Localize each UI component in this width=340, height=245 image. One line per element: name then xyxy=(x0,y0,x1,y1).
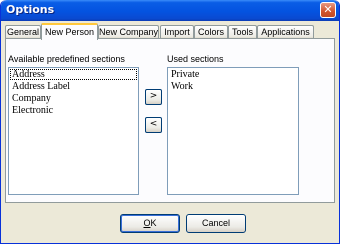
add-section-button[interactable]: > xyxy=(145,89,162,105)
available-sections-list[interactable]: Address Address Label Company Electronic xyxy=(8,67,139,195)
close-icon: ✕ xyxy=(323,3,333,16)
tab-new-company[interactable]: New Company xyxy=(98,25,159,39)
list-item[interactable]: Work xyxy=(169,81,297,92)
list-item[interactable]: Address xyxy=(10,69,137,80)
used-sections-label: Used sections xyxy=(167,54,224,64)
list-item[interactable]: Company xyxy=(10,93,137,104)
tab-general[interactable]: General xyxy=(5,25,41,39)
close-button[interactable]: ✕ xyxy=(320,2,336,18)
tab-strip: General New Person New Company Import Co… xyxy=(5,23,335,40)
used-sections-list[interactable]: Private Work xyxy=(167,67,299,195)
tab-panel-new-person: Available predefined sections Address Ad… xyxy=(5,38,335,203)
list-item[interactable]: Private xyxy=(169,69,297,80)
tab-colors[interactable]: Colors xyxy=(194,25,228,39)
tab-new-person[interactable]: New Person xyxy=(41,23,98,40)
tab-applications[interactable]: Applications xyxy=(257,25,314,39)
list-item[interactable]: Electronic xyxy=(10,105,137,116)
remove-section-button[interactable]: < xyxy=(145,117,162,133)
tab-import[interactable]: Import xyxy=(160,25,194,39)
title-bar[interactable]: Options ✕ xyxy=(1,0,339,21)
cancel-button[interactable]: Cancel xyxy=(186,214,246,233)
ok-button[interactable]: OK xyxy=(120,214,180,233)
list-item[interactable]: Address Label xyxy=(10,81,137,92)
options-dialog: Options ✕ General New Person New Company… xyxy=(0,0,340,244)
tab-tools[interactable]: Tools xyxy=(228,25,257,39)
window-title: Options xyxy=(6,3,55,16)
available-sections-label: Available predefined sections xyxy=(8,54,125,64)
